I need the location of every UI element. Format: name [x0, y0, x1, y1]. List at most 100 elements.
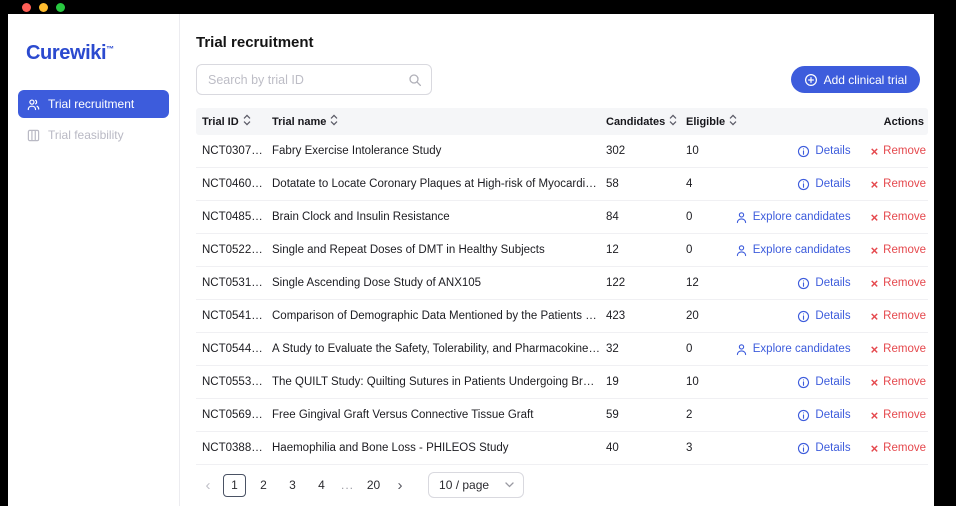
- main-content: Trial recruitment Add clinical trial: [180, 14, 934, 506]
- remove-link[interactable]: × Remove: [871, 277, 926, 290]
- header-eligible[interactable]: Eligible: [680, 114, 742, 129]
- person-icon: [735, 211, 748, 224]
- remove-link[interactable]: × Remove: [871, 343, 926, 356]
- explore-candidates-label: Explore candidates: [752, 343, 851, 355]
- remove-label: Remove: [883, 178, 926, 190]
- explore-candidates-link[interactable]: Explore candidates: [735, 244, 851, 257]
- remove-link[interactable]: × Remove: [871, 244, 926, 257]
- pagination-page-1[interactable]: 1: [223, 473, 246, 497]
- remove-link[interactable]: × Remove: [871, 376, 926, 389]
- header-trial-name[interactable]: Trial name: [266, 114, 600, 129]
- cell-actions: Details × Remove: [742, 376, 928, 389]
- sidebar: Curewiki™ Trial recruitment Trial feasib…: [8, 14, 180, 506]
- sidebar-item-trial-feasibility[interactable]: Trial feasibility: [18, 121, 169, 149]
- page-title: Trial recruitment: [196, 34, 314, 51]
- window-titlebar: [8, 0, 65, 14]
- info-circle-icon: [797, 376, 810, 389]
- pagination-page-3[interactable]: 3: [281, 474, 304, 497]
- cell-trial-name: Free Gingival Graft Versus Connective Ti…: [272, 409, 534, 421]
- details-label: Details: [815, 145, 851, 157]
- cell-trial-id: NCT04852445: [202, 211, 266, 223]
- cell-eligible: 3: [686, 442, 693, 454]
- details-link[interactable]: Details: [797, 376, 851, 389]
- details-link[interactable]: Details: [797, 145, 851, 158]
- zoom-window-button[interactable]: [56, 2, 65, 12]
- cell-eligible: 10: [686, 376, 699, 388]
- cell-trial-id: NCT05225688: [202, 244, 266, 256]
- x-icon: ×: [870, 275, 879, 291]
- sidebar-nav: Trial recruitment Trial feasibility: [8, 90, 179, 149]
- cell-eligible: 0: [686, 343, 693, 355]
- cell-trial-name: A Study to Evaluate the Safety, Tolerabi…: [272, 343, 600, 355]
- cell-actions: Explore candidates × Remove: [736, 343, 928, 356]
- remove-label: Remove: [883, 277, 926, 289]
- remove-link[interactable]: × Remove: [871, 145, 926, 158]
- cell-actions: Details × Remove: [742, 145, 928, 158]
- table-row: NCT03889080 Haemophilia and Bone Loss - …: [196, 432, 928, 465]
- cell-candidates: 423: [606, 310, 626, 322]
- table-row: NCT05693688 Free Gingival Graft Versus C…: [196, 399, 928, 432]
- cell-eligible: 10: [686, 145, 699, 157]
- explore-candidates-link[interactable]: Explore candidates: [735, 211, 851, 224]
- header-actions: Actions: [883, 115, 924, 128]
- pagination-next-button[interactable]: ›: [388, 473, 412, 497]
- x-icon: ×: [870, 308, 879, 324]
- info-circle-icon: [797, 310, 810, 323]
- sidebar-item-trial-recruitment[interactable]: Trial recruitment: [18, 90, 169, 118]
- cell-actions: Explore candidates × Remove: [736, 244, 928, 257]
- trials-table: Trial ID Trial name Candidates Eligible: [196, 108, 928, 465]
- cell-trial-id: NCT03074227: [202, 145, 266, 157]
- pagination-prev-button[interactable]: ‹: [196, 473, 220, 497]
- remove-link[interactable]: × Remove: [871, 211, 926, 224]
- remove-link[interactable]: × Remove: [871, 409, 926, 422]
- person-icon: [735, 244, 748, 257]
- details-link[interactable]: Details: [797, 442, 851, 455]
- explore-candidates-label: Explore candidates: [752, 244, 851, 256]
- cell-trial-id: NCT05314855: [202, 277, 266, 289]
- pagination-page-2[interactable]: 2: [252, 474, 275, 497]
- page-size-select[interactable]: 10 / page: [428, 472, 525, 498]
- details-link[interactable]: Details: [797, 277, 851, 290]
- cell-trial-id: NCT05413876: [202, 310, 266, 322]
- pagination-pages: 1 2 3 4... 20: [220, 473, 388, 497]
- info-circle-icon: [797, 442, 810, 455]
- sort-icon[interactable]: [729, 114, 737, 129]
- close-window-button[interactable]: [22, 2, 31, 12]
- pagination-page-4[interactable]: 4: [310, 474, 333, 497]
- app-logo: Curewiki™: [8, 30, 179, 87]
- cell-candidates: 19: [606, 376, 619, 388]
- sort-icon[interactable]: [330, 114, 338, 129]
- cell-eligible: 0: [686, 244, 693, 256]
- remove-link[interactable]: × Remove: [871, 178, 926, 191]
- explore-candidates-link[interactable]: Explore candidates: [735, 343, 851, 356]
- cell-candidates: 12: [606, 244, 619, 256]
- pagination-page-20[interactable]: 20: [362, 474, 385, 497]
- cell-eligible: 12: [686, 277, 699, 289]
- sidebar-item-label: Trial recruitment: [48, 97, 135, 111]
- circle-plus-icon: [804, 73, 818, 87]
- details-link[interactable]: Details: [797, 409, 851, 422]
- people-icon: [27, 98, 40, 111]
- chevron-down-icon: [505, 482, 514, 488]
- remove-link[interactable]: × Remove: [871, 310, 926, 323]
- header-candidates[interactable]: Candidates: [600, 114, 680, 129]
- cell-trial-name: The QUILT Study: Quilting Sutures in Pat…: [272, 376, 600, 388]
- remove-label: Remove: [883, 145, 926, 157]
- details-link[interactable]: Details: [797, 178, 851, 191]
- cell-eligible: 20: [686, 310, 699, 322]
- details-link[interactable]: Details: [797, 310, 851, 323]
- table-row: NCT05314855 Single Ascending Dose Study …: [196, 267, 928, 300]
- search-box: [196, 64, 432, 95]
- pagination: ‹ 1 2 3 4... 20 › 10 / page: [196, 472, 928, 498]
- x-icon: ×: [870, 341, 879, 357]
- logo-text: Curewiki: [26, 42, 107, 64]
- sort-icon[interactable]: [243, 114, 251, 129]
- remove-link[interactable]: × Remove: [871, 442, 926, 455]
- pagination-ellipsis: ...: [341, 478, 355, 492]
- header-trial-id[interactable]: Trial ID: [196, 114, 266, 129]
- cell-trial-name: Brain Clock and Insulin Resistance: [272, 211, 450, 223]
- add-clinical-trial-button[interactable]: Add clinical trial: [790, 66, 920, 93]
- minimize-window-button[interactable]: [39, 2, 48, 12]
- sort-icon[interactable]: [669, 114, 677, 129]
- search-input[interactable]: [196, 64, 432, 95]
